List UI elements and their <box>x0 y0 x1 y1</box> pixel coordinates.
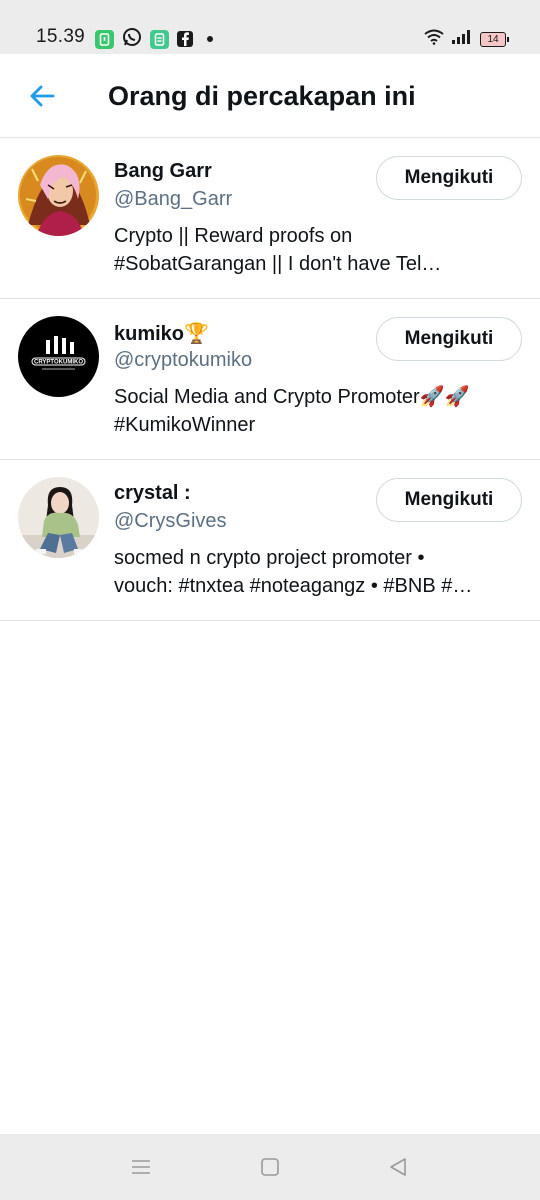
user-name[interactable]: Bang Garr <box>114 160 212 183</box>
user-handle: @CrysGives <box>114 510 227 532</box>
app-notification-icon <box>95 29 114 49</box>
page-title: Orang di percakapan ini <box>108 81 416 111</box>
battery-level: 14 <box>487 33 499 45</box>
bio-line: socmed n crypto project promoter • <box>114 547 425 569</box>
bio-line: vouch: #tnxtea #noteagangz • #BNB #… <box>114 575 473 597</box>
user-bio: Crypto || Reward proofs on #SobatGaranga… <box>114 222 516 278</box>
system-nav-bar <box>0 1134 540 1200</box>
following-button[interactable]: Mengikuti <box>376 317 522 361</box>
home-button[interactable] <box>257 1154 283 1180</box>
app-notification-icon <box>150 29 169 49</box>
user-bio: socmed n crypto project promoter • vouch… <box>114 544 516 600</box>
menu-button[interactable] <box>128 1154 154 1180</box>
avatar[interactable] <box>18 155 99 236</box>
back-button[interactable] <box>24 78 60 114</box>
back-triangle-icon <box>390 1158 406 1176</box>
avatar[interactable]: CRYPTOKUMIKO <box>18 316 99 397</box>
whatsapp-icon <box>122 27 142 52</box>
following-button[interactable]: Mengikuti <box>376 156 522 200</box>
user-handle: @cryptokumiko <box>114 349 253 371</box>
screen: 15.39 14 Orang di percakapan ini Bang Ga… <box>0 0 540 1200</box>
following-button[interactable]: Mengikuti <box>376 478 522 522</box>
status-time: 15.39 <box>36 26 86 47</box>
user-row[interactable]: Bang Garr @Bang_Garr Crypto || Reward pr… <box>0 138 540 299</box>
app-header: Orang di percakapan ini <box>0 54 540 138</box>
status-bar: 15.39 14 <box>0 0 540 54</box>
nav-back-button[interactable] <box>385 1154 411 1180</box>
user-list: Bang Garr @Bang_Garr Crypto || Reward pr… <box>0 138 540 621</box>
signal-icon <box>452 29 472 49</box>
arrow-left-icon <box>30 85 55 107</box>
wifi-icon <box>424 29 444 50</box>
bio-line: #SobatGarangan || I don't have Tel… <box>114 253 442 275</box>
facebook-icon <box>177 31 193 47</box>
avatar-logo-text: CRYPTOKUMIKO <box>34 360 83 366</box>
user-row[interactable]: CRYPTOKUMIKO kumiko🏆 @cryptokumiko Socia… <box>0 299 540 460</box>
bio-line: Social Media and Crypto Promoter🚀🚀 <box>114 386 470 408</box>
home-square-icon <box>261 1158 279 1176</box>
user-name[interactable]: kumiko🏆 <box>114 321 209 346</box>
user-row[interactable]: crystal : @CrysGives socmed n crypto pro… <box>0 460 540 621</box>
notification-dot-icon <box>207 36 213 42</box>
user-name[interactable]: crystal : <box>114 482 191 505</box>
avatar[interactable] <box>18 477 99 558</box>
status-icons-right: 14 <box>424 28 509 50</box>
bio-line: #KumikoWinner <box>114 414 256 436</box>
bio-line: Crypto || Reward proofs on <box>114 225 353 247</box>
user-handle: @Bang_Garr <box>114 188 233 210</box>
menu-icon <box>132 1160 150 1174</box>
battery-icon: 14 <box>480 31 509 47</box>
status-icons-left <box>95 27 213 52</box>
user-bio: Social Media and Crypto Promoter🚀🚀 #Kumi… <box>114 383 516 439</box>
